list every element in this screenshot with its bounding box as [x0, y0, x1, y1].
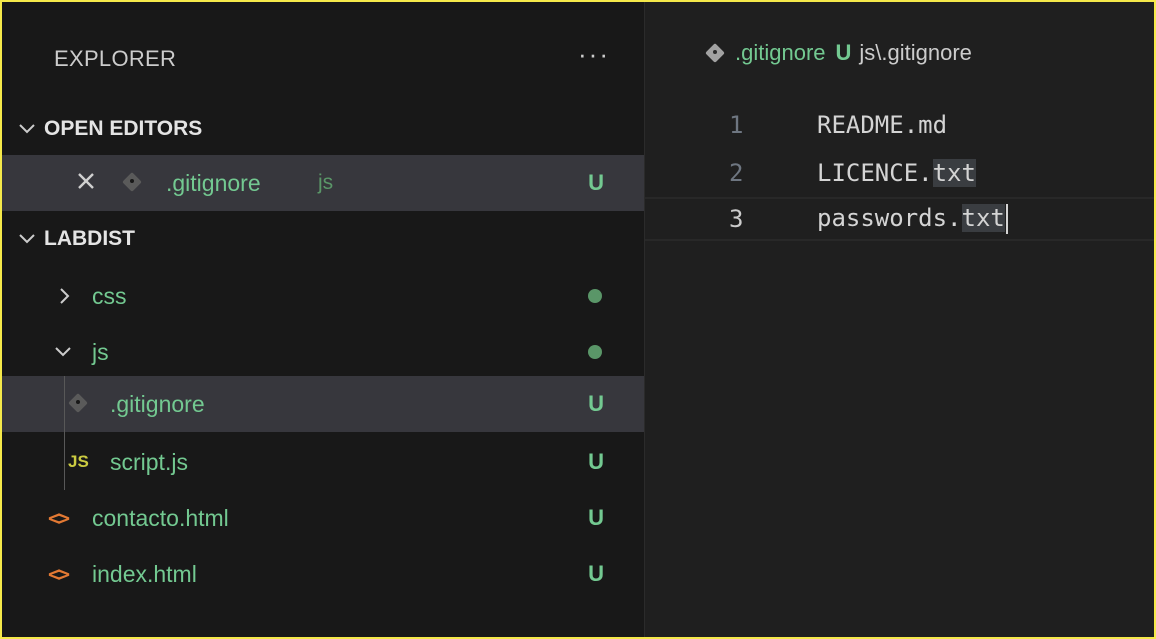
- selection-highlight: txt: [961, 204, 1005, 232]
- chevron-down-icon: [52, 341, 74, 363]
- status-badge: U: [588, 449, 604, 474]
- tree-item-label: css: [92, 282, 127, 309]
- tree-item-label: js: [92, 338, 109, 365]
- breadcrumb-filename[interactable]: .gitignore: [735, 40, 826, 66]
- indent-guide: [64, 376, 65, 490]
- close-icon[interactable]: [74, 169, 98, 193]
- tree-folder-js[interactable]: js: [2, 324, 644, 380]
- open-editors-header[interactable]: OPEN EDITORS: [2, 104, 644, 154]
- tree-item-label: index.html: [92, 560, 197, 587]
- status-badge: U: [588, 391, 604, 416]
- line-text: README.md: [817, 111, 948, 139]
- code-line[interactable]: 1 README.md: [645, 103, 1154, 147]
- tree-file-script-js[interactable]: JS script.js U: [2, 434, 644, 490]
- status-badge: U: [588, 505, 604, 530]
- open-editors-label: OPEN EDITORS: [44, 117, 203, 140]
- tree-file-contacto-html[interactable]: <> contacto.html U: [2, 490, 644, 546]
- git-icon: [122, 172, 142, 192]
- vscode-window: EXPLORER ··· OPEN EDITORS .gitignore js …: [2, 2, 1154, 637]
- js-icon: JS: [68, 452, 89, 471]
- status-badge: U: [588, 170, 604, 195]
- open-editor-item[interactable]: .gitignore js U: [2, 155, 644, 211]
- code-line-active[interactable]: 3 passwords.txt: [645, 197, 1154, 241]
- html-icon: <>: [48, 506, 70, 530]
- git-icon: [68, 393, 88, 413]
- breadcrumb-path[interactable]: js\.gitignore: [859, 40, 972, 66]
- workspace-header[interactable]: LABDIST: [2, 214, 644, 264]
- modified-dot: [588, 289, 602, 303]
- tree-item-label: .gitignore: [110, 390, 205, 417]
- chevron-down-icon: [16, 228, 38, 250]
- line-text: LICENCE.txt: [817, 159, 976, 187]
- explorer-header: EXPLORER ···: [2, 2, 644, 116]
- breadcrumb-status-badge: U: [835, 40, 852, 65]
- code-line[interactable]: 2 LICENCE.txt: [645, 151, 1154, 195]
- text-cursor: [1005, 204, 1008, 234]
- line-number: 1: [729, 111, 744, 139]
- tree-file-index-html[interactable]: <> index.html U: [2, 546, 644, 602]
- more-actions-icon[interactable]: ···: [578, 41, 610, 77]
- open-editor-filename: .gitignore: [166, 169, 261, 196]
- code-editor[interactable]: .gitignore U js\.gitignore 1 README.md 2…: [644, 2, 1154, 637]
- chevron-down-icon: [16, 118, 38, 140]
- line-number: 2: [729, 159, 744, 187]
- explorer-sidebar: EXPLORER ··· OPEN EDITORS .gitignore js …: [2, 2, 644, 637]
- line-number: 3: [729, 205, 744, 233]
- tree-folder-css[interactable]: css: [2, 268, 644, 324]
- workspace-label: LABDIST: [44, 227, 135, 250]
- git-icon: [705, 43, 725, 63]
- status-badge: U: [588, 561, 604, 586]
- tree-item-label: script.js: [110, 448, 188, 475]
- tree-file-gitignore[interactable]: .gitignore U: [2, 376, 644, 432]
- breadcrumb: .gitignore U js\.gitignore: [705, 40, 972, 66]
- explorer-title: EXPLORER: [54, 46, 177, 71]
- chevron-right-icon: [54, 285, 76, 307]
- selection-highlight: txt: [932, 159, 976, 187]
- html-icon: <>: [48, 562, 70, 586]
- modified-dot: [588, 345, 602, 359]
- line-text: passwords.txt: [817, 204, 1008, 234]
- open-editor-folder: js: [318, 171, 334, 194]
- tree-item-label: contacto.html: [92, 504, 229, 531]
